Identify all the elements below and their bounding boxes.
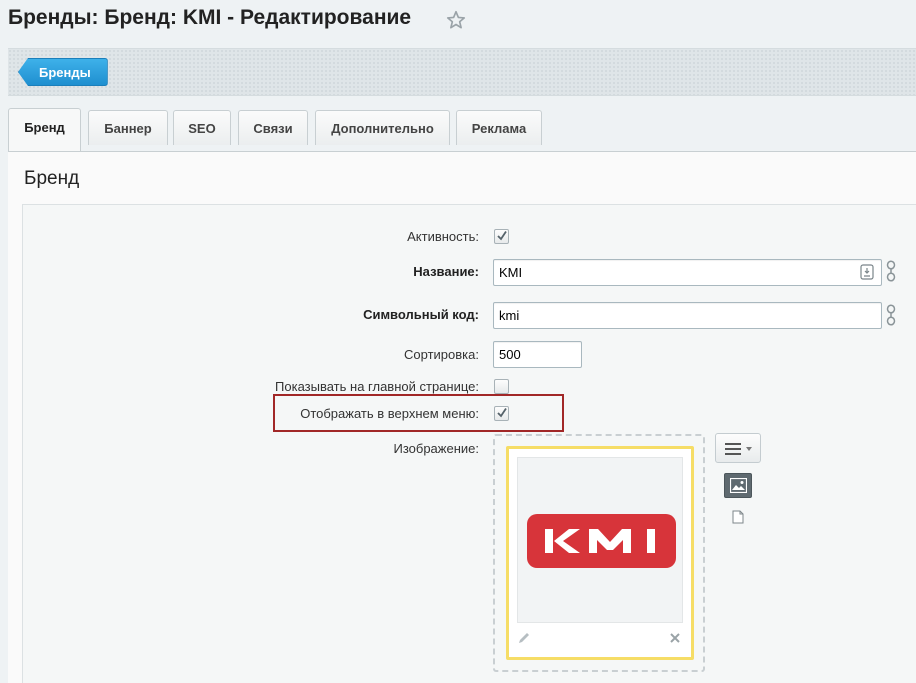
active-label: Активность: xyxy=(407,229,479,244)
image-card[interactable] xyxy=(506,446,694,660)
tab-additional[interactable]: Дополнительно xyxy=(315,110,450,145)
translit-icon[interactable] xyxy=(860,264,874,280)
menu-icon xyxy=(725,443,752,455)
code-input[interactable]: kmi xyxy=(493,302,882,329)
brand-logo xyxy=(527,514,676,568)
back-to-brands-button[interactable]: Бренды xyxy=(18,58,108,86)
top-menu-label: Отображать в верхнем меню: xyxy=(300,406,479,421)
image-preview xyxy=(517,457,683,623)
star-icon[interactable] xyxy=(445,9,467,31)
show-home-checkbox[interactable] xyxy=(494,379,509,394)
check-icon xyxy=(497,408,507,418)
sort-value: 500 xyxy=(499,347,521,362)
tab-advertising[interactable]: Реклама xyxy=(456,110,542,145)
close-icon[interactable] xyxy=(669,632,681,644)
link-icon[interactable] xyxy=(885,304,897,326)
nav-bar: Бренды xyxy=(8,48,916,96)
name-input[interactable]: KMI xyxy=(493,259,882,286)
show-home-label: Показывать на главной странице: xyxy=(275,379,479,394)
name-value: KMI xyxy=(499,265,523,280)
name-label: Название: xyxy=(413,264,479,279)
image-label: Изображение: xyxy=(393,441,479,456)
link-icon[interactable] xyxy=(885,260,897,282)
section-title: Бренд xyxy=(24,168,80,189)
code-label: Символьный код: xyxy=(363,307,479,322)
active-checkbox[interactable] xyxy=(494,229,509,244)
tab-brand[interactable]: Бренд xyxy=(8,108,81,152)
tab-seo[interactable]: SEO xyxy=(173,110,231,145)
image-menu-button[interactable] xyxy=(715,433,761,463)
caret-down-icon xyxy=(746,447,752,451)
logo-lettering xyxy=(545,529,655,553)
top-menu-checkbox[interactable] xyxy=(494,406,509,421)
tab-links[interactable]: Связи xyxy=(238,110,308,145)
pencil-icon[interactable] xyxy=(517,631,531,645)
page-title: Бренды: Бренд: KMI - Редактирование xyxy=(8,6,412,29)
code-value: kmi xyxy=(499,308,520,323)
file-icon[interactable] xyxy=(732,510,744,524)
image-icon xyxy=(730,478,747,493)
tab-banner[interactable]: Баннер xyxy=(88,110,168,145)
sort-label: Сортировка: xyxy=(404,347,479,362)
check-icon xyxy=(497,231,507,241)
image-mode-button[interactable] xyxy=(724,473,752,498)
sort-input[interactable]: 500 xyxy=(493,341,582,368)
